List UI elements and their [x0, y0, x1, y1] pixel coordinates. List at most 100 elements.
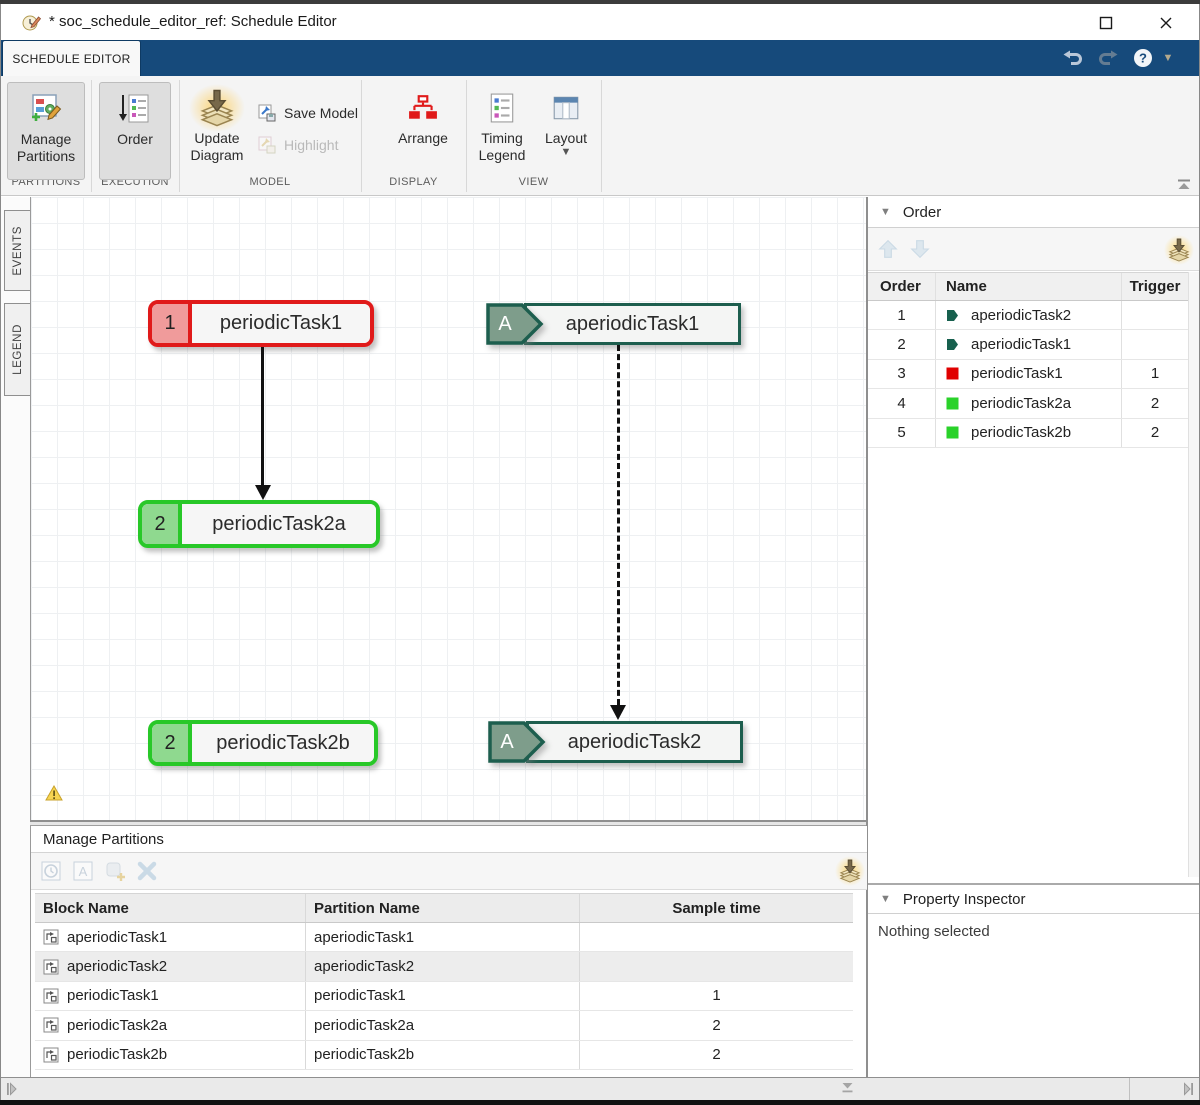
block-periodicTask1-label: periodicTask1	[192, 304, 370, 343]
ribbon-toolbar: PARTITIONS EXECUTION MODEL DISPLAY VIEW …	[1, 76, 1199, 196]
cell-sample-time[interactable]: 1	[580, 987, 853, 1004]
schedule-canvas[interactable]: 1 periodicTask1 aperiodicTask1 A 2 perio…	[30, 197, 866, 820]
table-row[interactable]: periodicTask2a periodicTask2a 2	[35, 1011, 853, 1040]
update-diagram-mini-icon[interactable]	[835, 856, 865, 886]
cell-partition-name[interactable]: periodicTask1	[305, 982, 580, 1010]
block-icon	[43, 959, 59, 975]
highlight-button: Highlight	[257, 132, 338, 158]
collapse-bottom-panel-icon[interactable]	[841, 1082, 854, 1094]
cell-order: 4	[868, 389, 936, 417]
warning-icon[interactable]	[45, 785, 63, 801]
cell-block-name: periodicTask1	[67, 987, 159, 1004]
help-dropdown-caret-icon[interactable]: ▼	[1156, 48, 1180, 68]
cell-block-name: aperiodicTask1	[67, 929, 167, 946]
block-periodicTask1[interactable]: 1 periodicTask1	[148, 300, 374, 347]
close-button[interactable]	[1151, 12, 1181, 34]
cell-order: 2	[868, 330, 936, 358]
cell-partition-name[interactable]: periodicTask2a	[305, 1011, 580, 1039]
block-aperiodicTask2[interactable]: aperiodicTask2 A	[488, 721, 743, 763]
order-button[interactable]: Order	[99, 82, 171, 180]
cell-partition-name[interactable]: aperiodicTask2	[305, 952, 580, 980]
manage-partitions-button[interactable]: Manage Partitions	[7, 82, 85, 180]
col-block-name[interactable]: Block Name	[35, 894, 305, 922]
block-icon	[43, 1047, 59, 1063]
table-row[interactable]: aperiodicTask1 aperiodicTask1	[35, 923, 853, 952]
arrange-button[interactable]: Arrange	[387, 82, 459, 180]
table-row[interactable]: 4 periodicTask2a 2	[868, 389, 1188, 418]
arrange-icon	[408, 86, 438, 130]
collapse-triangle-icon[interactable]: ▼	[880, 893, 891, 905]
arrange-label: Arrange	[386, 130, 460, 147]
add-partition-icon	[103, 859, 127, 883]
block-aperiodicTask2-label: aperiodicTask2	[526, 721, 743, 763]
window-left-edge	[0, 4, 1, 1100]
maximize-button[interactable]	[1091, 12, 1121, 34]
table-row[interactable]: 5 periodicTask2b 2	[868, 419, 1188, 448]
table-row[interactable]: 2 aperiodicTask1	[868, 330, 1188, 359]
dependency-arrow-periodicTask1-to-periodicTask2a[interactable]	[261, 347, 264, 487]
save-model-label: Save Model	[284, 105, 358, 121]
expand-right-panel-icon[interactable]	[1183, 1082, 1194, 1096]
table-row[interactable]: aperiodicTask2 aperiodicTask2	[35, 952, 853, 981]
cell-partition-name[interactable]: periodicTask2b	[305, 1041, 580, 1069]
block-periodicTask2a[interactable]: 2 periodicTask2a	[138, 500, 380, 548]
block-periodicTask2a-label: periodicTask2a	[182, 504, 376, 544]
col-trigger[interactable]: Trigger	[1122, 278, 1188, 295]
block-icon	[43, 929, 59, 945]
add-aperiodic-partition-icon: A	[71, 859, 95, 883]
status-bar-divider	[1129, 1078, 1130, 1101]
col-sample-time[interactable]: Sample time	[580, 900, 853, 917]
dependency-arrowhead	[610, 705, 626, 720]
table-row[interactable]: 1 aperiodicTask2	[868, 301, 1188, 330]
layout-button[interactable]: Layout ▼	[537, 82, 595, 180]
dependency-arrow-aperiodicTask1-to-aperiodicTask2[interactable]	[617, 345, 620, 705]
tab-events[interactable]: EVENTS	[4, 210, 30, 291]
aperiodic-pentagon-icon	[946, 309, 959, 322]
property-inspector-header: ▼ Property Inspector	[868, 883, 1199, 914]
cell-trigger: 2	[1122, 395, 1188, 412]
cell-sample-time[interactable]: 2	[580, 1046, 853, 1063]
cell-partition-name[interactable]: aperiodicTask1	[305, 923, 580, 951]
tab-schedule-editor[interactable]: SCHEDULE EDITOR	[2, 40, 141, 76]
cell-block-name: periodicTask2b	[67, 1046, 167, 1063]
timing-legend-button[interactable]: Timing Legend	[471, 82, 533, 180]
col-name[interactable]: Name	[936, 273, 1122, 300]
block-aperiodicTask1[interactable]: aperiodicTask1 A	[486, 303, 741, 345]
save-model-button[interactable]: Save Model	[257, 100, 358, 126]
right-panel: ▼ Order Order Name	[868, 197, 1199, 1077]
layout-icon	[551, 86, 581, 130]
layout-dropdown-caret-icon[interactable]: ▼	[561, 147, 572, 157]
expand-left-panel-icon[interactable]	[6, 1082, 17, 1096]
manage-partitions-toolbar: A	[31, 853, 867, 890]
block-periodicTask2b[interactable]: 2 periodicTask2b	[148, 720, 378, 766]
layout-label: Layout	[529, 130, 603, 147]
undo-icon[interactable]	[1061, 48, 1085, 68]
col-order[interactable]: Order	[868, 273, 936, 300]
ribbon-collapse-icon[interactable]	[1173, 176, 1195, 192]
cell-order: 1	[868, 301, 936, 329]
move-down-icon	[908, 237, 932, 261]
cell-name: periodicTask2b	[971, 424, 1071, 441]
move-up-icon	[876, 237, 900, 261]
order-panel-title: Order	[903, 204, 941, 221]
update-diagram-icon	[199, 86, 235, 130]
order-table: Order Name Trigger 1 aperiodicTask2 2 ap…	[868, 272, 1188, 448]
table-row[interactable]: 3 periodicTask1 1	[868, 360, 1188, 389]
tab-legend-label: LEGEND	[12, 324, 24, 375]
collapse-triangle-icon[interactable]: ▼	[880, 206, 891, 218]
table-row[interactable]: periodicTask2b periodicTask2b 2	[35, 1041, 853, 1070]
tab-events-label: EVENTS	[12, 226, 24, 276]
redo-icon[interactable]	[1096, 48, 1120, 68]
update-diagram-button[interactable]: Update Diagram	[184, 82, 250, 180]
col-partition-name[interactable]: Partition Name	[305, 894, 580, 922]
cell-sample-time[interactable]: 2	[580, 1017, 853, 1034]
block-aperiodicTask2-badge: A	[488, 721, 526, 763]
table-row[interactable]: periodicTask1 periodicTask1 1	[35, 982, 853, 1011]
order-scrollbar-track[interactable]	[1188, 272, 1199, 877]
aperiodic-pentagon-icon	[946, 338, 959, 351]
help-icon[interactable]: ?	[1131, 48, 1155, 68]
tab-legend[interactable]: LEGEND	[4, 303, 30, 396]
timing-legend-label: Timing Legend	[465, 130, 539, 164]
update-diagram-mini-icon[interactable]	[1164, 235, 1194, 265]
window-bottom-edge	[0, 1100, 1200, 1105]
